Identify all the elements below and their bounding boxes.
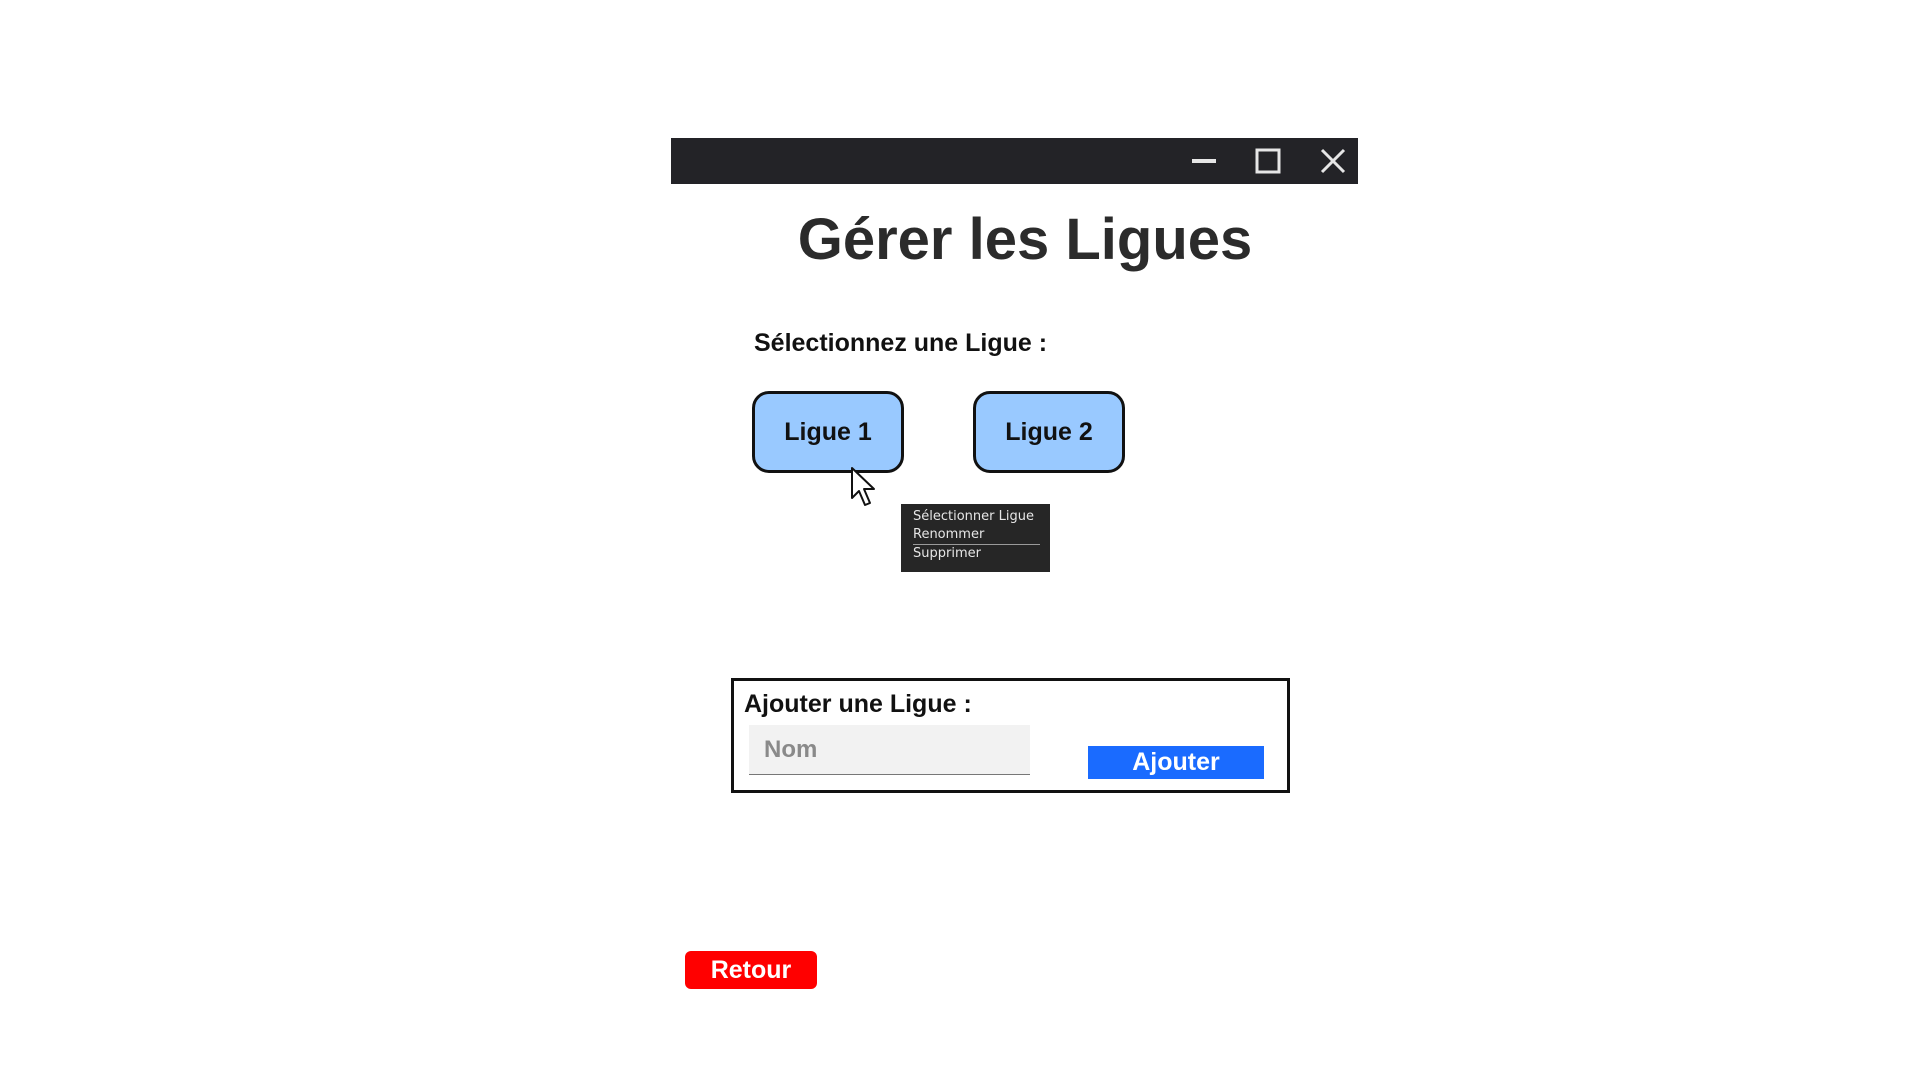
- league-button-1[interactable]: Ligue 1: [752, 391, 904, 473]
- league-name-input[interactable]: [749, 725, 1030, 775]
- context-menu-item-rename[interactable]: Renommer: [913, 526, 1040, 544]
- maximize-icon: [1254, 147, 1282, 175]
- context-menu-item-select[interactable]: Sélectionner Ligue: [913, 508, 1040, 526]
- league-button-2[interactable]: Ligue 2: [973, 391, 1125, 473]
- maximize-button[interactable]: [1240, 138, 1296, 184]
- minimize-button[interactable]: [1176, 138, 1232, 184]
- add-league-label: Ajouter une Ligue :: [744, 690, 972, 718]
- add-league-panel: Ajouter une Ligue : Ajouter: [731, 678, 1290, 793]
- mouse-pointer-icon: [851, 467, 875, 506]
- close-icon: [1319, 147, 1347, 175]
- close-button[interactable]: [1305, 138, 1361, 184]
- context-menu: Sélectionner Ligue Renommer Supprimer: [901, 504, 1050, 572]
- add-league-button[interactable]: Ajouter: [1088, 746, 1264, 779]
- page-title: Gérer les Ligues: [797, 207, 1253, 272]
- back-button[interactable]: Retour: [685, 951, 817, 989]
- title-bar[interactable]: [671, 138, 1358, 184]
- select-league-label: Sélectionnez une Ligue :: [754, 329, 1048, 357]
- app-window: Gérer les Ligues Sélectionnez une Ligue …: [0, 0, 1920, 1080]
- minimize-icon: [1190, 147, 1218, 175]
- context-menu-item-delete[interactable]: Supprimer: [913, 545, 1040, 563]
